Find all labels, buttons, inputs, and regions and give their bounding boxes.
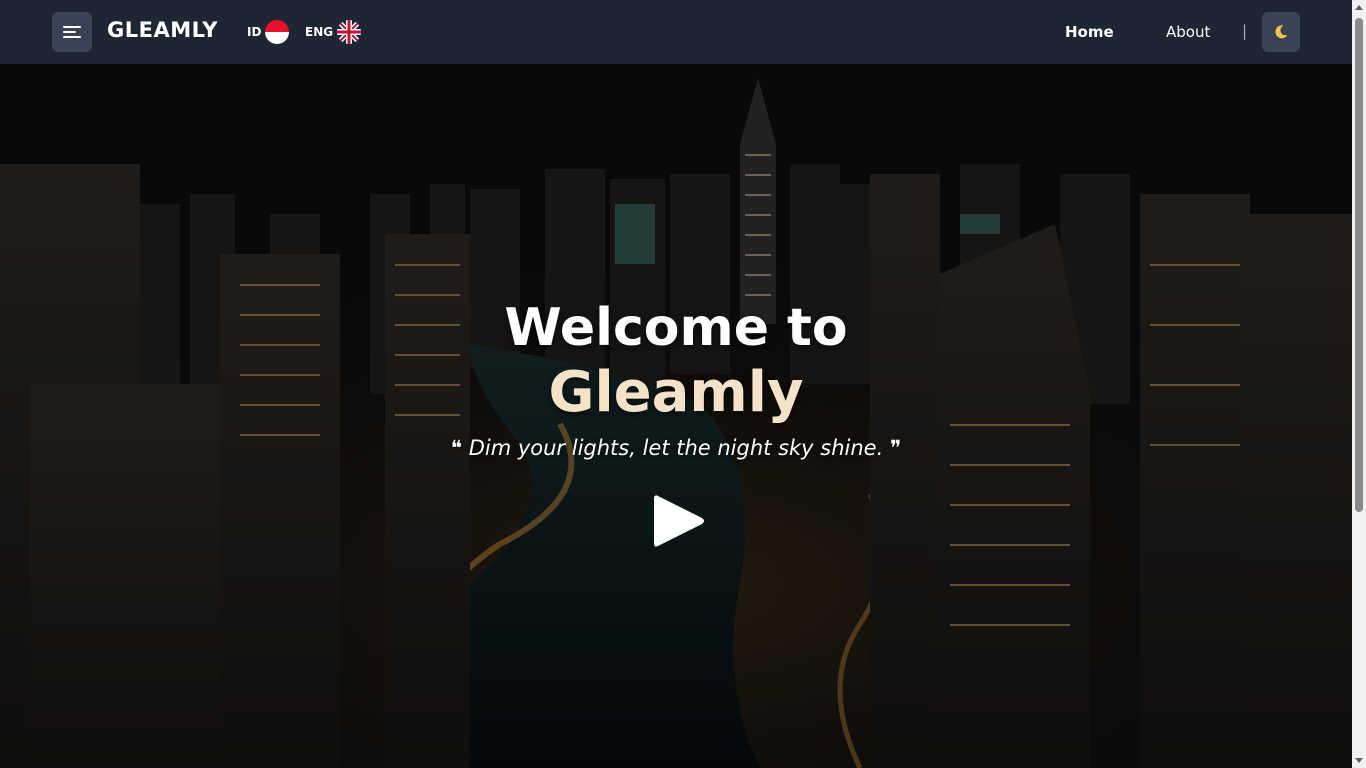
- scrollbar-thumb[interactable]: [1355, 18, 1363, 512]
- uk-flag-icon: [337, 20, 362, 44]
- moon-icon: [1275, 25, 1288, 39]
- scroll-down-arrow-icon[interactable]: [1355, 758, 1363, 763]
- nav-link-about[interactable]: About: [1166, 23, 1210, 41]
- theme-toggle-button[interactable]: [1262, 12, 1300, 52]
- language-code-id: ID: [247, 25, 262, 39]
- language-en-button[interactable]: ENG: [305, 20, 362, 44]
- play-icon: [654, 495, 704, 547]
- nav-link-home[interactable]: Home: [1065, 23, 1114, 41]
- hero-quote: ❝ Dim your lights, let the night sky shi…: [450, 436, 902, 460]
- hero-title-line1: Welcome to: [504, 298, 848, 358]
- language-id-button[interactable]: ID: [247, 20, 290, 44]
- indonesia-flag-icon: [265, 20, 290, 44]
- menu-button[interactable]: [52, 12, 92, 52]
- scroll-up-arrow-icon[interactable]: [1355, 5, 1363, 10]
- hero-title-brand: Gleamly: [548, 360, 804, 425]
- hamburger-menu-icon: [63, 26, 81, 38]
- language-code-en: ENG: [305, 25, 334, 39]
- hero-section: Welcome to Gleamly ❝ Dim your lights, le…: [0, 64, 1352, 768]
- nav-separator: |: [1242, 22, 1248, 40]
- play-button[interactable]: [652, 492, 706, 550]
- hero-content: Welcome to Gleamly ❝ Dim your lights, le…: [0, 64, 1352, 768]
- navbar: GLEAMLY ID ENG Home About |: [0, 0, 1352, 64]
- brand-logo[interactable]: GLEAMLY: [107, 18, 218, 42]
- page-scrollbar[interactable]: [1352, 0, 1366, 768]
